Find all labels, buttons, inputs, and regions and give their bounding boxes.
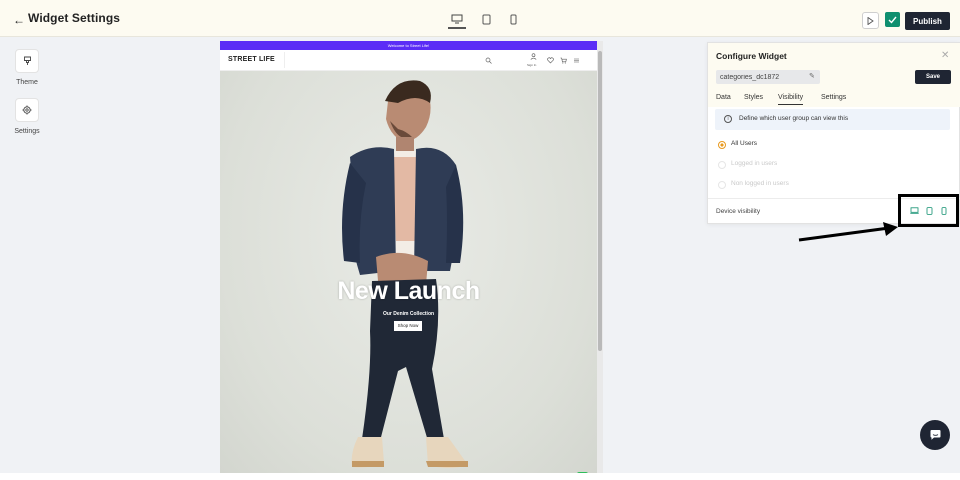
radio-label: All Users — [731, 140, 758, 147]
radio-non-logged-in-users[interactable] — [718, 181, 726, 189]
close-icon[interactable]: ✕ — [941, 50, 949, 61]
radio-logged-in-users[interactable] — [718, 161, 726, 169]
whatsapp-button[interactable] — [577, 472, 588, 473]
mobile-icon — [510, 14, 516, 24]
search-icon[interactable] — [484, 56, 493, 65]
bottom-strip — [0, 473, 960, 480]
tablet-icon — [482, 14, 490, 24]
highlight-box — [898, 194, 959, 227]
page-title: Widget Settings — [28, 11, 121, 25]
store-nav: STREET LIFE Sign In — [220, 50, 597, 71]
cart-icon[interactable] — [559, 56, 568, 65]
radio-label: Non logged in users — [731, 180, 789, 187]
store-preview[interactable]: Welcome to Street Life! STREET LIFE Sign… — [220, 41, 597, 473]
sidebar-item-label: Settings — [14, 128, 40, 135]
hero-banner[interactable]: New Launch Our Denim Collection Shop Now — [220, 71, 597, 473]
desktop-icon — [451, 14, 463, 23]
widget-id-field[interactable] — [716, 70, 820, 84]
nav-divider — [284, 52, 285, 68]
brush-icon — [23, 56, 31, 65]
hero-subtitle: Our Denim Collection — [382, 311, 435, 317]
tab-visibility[interactable]: Visibility — [778, 94, 804, 105]
info-text: Define which user group can view this — [739, 115, 849, 122]
desktop-view-button[interactable] — [448, 10, 466, 29]
gear-icon — [22, 105, 32, 115]
tablet-view-button[interactable] — [477, 11, 495, 27]
sidebar-item-label: Theme — [16, 79, 38, 86]
publish-button[interactable]: Publish — [905, 12, 950, 30]
sidebar-item-settings[interactable]: Settings — [2, 98, 52, 135]
store-logo[interactable]: STREET LIFE — [228, 56, 275, 63]
info-banner: i Define which user group can view this — [715, 109, 950, 130]
theme-button[interactable] — [15, 49, 39, 73]
mobile-view-button[interactable] — [504, 11, 522, 27]
save-check-button[interactable] — [885, 12, 900, 27]
sign-in-label[interactable]: Sign In — [527, 63, 536, 67]
user-icon[interactable] — [529, 52, 538, 61]
back-arrow-icon[interactable]: ← — [13, 13, 25, 27]
announcement-bar: Welcome to Street Life! — [220, 41, 597, 50]
check-icon — [888, 16, 897, 24]
preview-play-button[interactable] — [862, 12, 879, 29]
tab-data[interactable]: Data — [716, 94, 731, 101]
top-bar: ← Widget Settings Publish — [0, 0, 960, 37]
heart-icon[interactable] — [546, 56, 555, 65]
save-button[interactable]: Save — [915, 70, 951, 84]
tab-styles[interactable]: Styles — [744, 94, 763, 101]
hero-model-image — [342, 80, 468, 468]
radio-label: Logged in users — [731, 160, 778, 167]
scrollbar-thumb[interactable] — [598, 51, 602, 351]
pencil-icon[interactable]: ✎ — [809, 72, 815, 80]
device-visibility-label: Device visibility — [716, 208, 761, 215]
radio-all-users[interactable] — [718, 141, 726, 149]
panel-title: Configure Widget — [716, 51, 787, 61]
tab-settings[interactable]: Settings — [821, 94, 846, 101]
play-icon — [867, 16, 874, 25]
chat-button[interactable] — [920, 420, 950, 450]
settings-button[interactable] — [15, 98, 39, 122]
annotation-arrow-icon — [798, 222, 898, 242]
menu-icon[interactable] — [572, 56, 581, 65]
hero-title: New Launch — [337, 277, 480, 305]
info-icon: i — [724, 115, 732, 123]
chat-icon — [930, 430, 940, 440]
shop-now-button[interactable]: Shop Now — [394, 321, 422, 331]
sidebar-item-theme[interactable]: Theme — [2, 49, 52, 86]
preview-scrollbar[interactable] — [597, 41, 603, 473]
